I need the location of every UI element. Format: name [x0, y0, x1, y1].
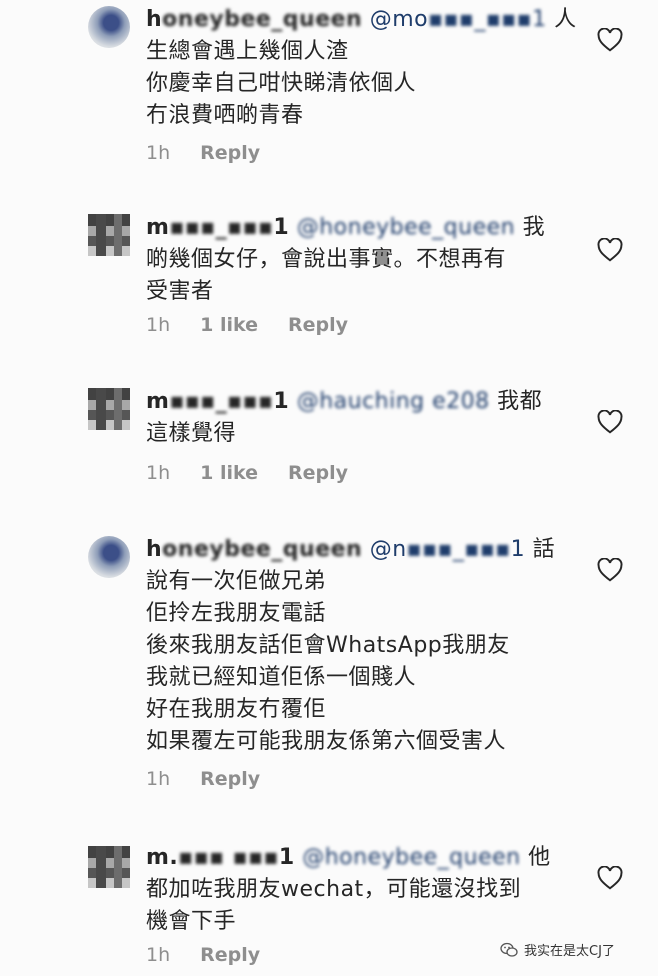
avatar[interactable]	[88, 388, 130, 430]
username[interactable]: m.	[146, 845, 178, 870]
comment-text: 說有一次佢做兄弟	[146, 569, 327, 594]
comment-meta: 1h 1 like Reply	[146, 462, 348, 484]
comment-first-line: m.▪▪▪ ▪▪▪1 @honeybee_queen 他	[146, 842, 566, 874]
comment-text: 受害者	[146, 279, 214, 304]
username[interactable]: m	[146, 389, 169, 414]
comment-text: 你慶幸自己咁快睇清依個人	[146, 71, 417, 96]
mention-blurred[interactable]: ▪▪▪_▪▪▪	[407, 537, 511, 562]
username-tail[interactable]: 1	[273, 389, 289, 414]
comment-text: 如果覆左可能我朋友係第六個受害人	[146, 729, 507, 754]
reply-button[interactable]: Reply	[288, 462, 348, 484]
username[interactable]: m	[146, 215, 169, 240]
avatar[interactable]	[88, 846, 130, 888]
mention-blurred[interactable]: ▪▪▪_▪▪▪1	[428, 7, 546, 32]
comment-body: m▪▪▪_▪▪▪1 @hauching e208 我都 這樣覺得	[146, 386, 566, 450]
reply-button[interactable]: Reply	[200, 944, 260, 966]
wechat-icon	[500, 942, 518, 958]
comment-text: 這樣覺得	[146, 421, 237, 446]
timestamp: 1h	[146, 944, 171, 966]
comment-text: 佢拎左我朋友電話	[146, 601, 327, 626]
comment-body: honeybee_queen @n▪▪▪_▪▪▪1 話 說有一次佢做兄弟 佢拎左…	[146, 534, 566, 758]
mention[interactable]: @n	[370, 537, 407, 562]
mention-blurred[interactable]: @honeybee_queen	[297, 215, 515, 240]
username-tail[interactable]: 1	[273, 215, 289, 240]
comment-text: 我	[522, 215, 546, 240]
reply-button[interactable]: Reply	[288, 314, 348, 336]
comment-text: 話	[532, 537, 556, 562]
like-heart-icon[interactable]	[597, 28, 623, 52]
avatar[interactable]	[88, 214, 130, 256]
watermark-text: 我实在是太CJ了	[524, 944, 615, 959]
comment-body: m.▪▪▪ ▪▪▪1 @honeybee_queen 他 都加咗我朋友wecha…	[146, 842, 566, 938]
mention-tail[interactable]: 1	[511, 537, 526, 562]
comment-text: 都加咗我朋友wechat，可能還沒找到	[146, 877, 522, 902]
comment-text: 我都	[497, 389, 543, 414]
comment-text: 機會下手	[146, 909, 237, 934]
watermark: 我实在是太CJ了	[500, 940, 615, 959]
username-tail[interactable]: 1	[279, 845, 295, 870]
comment-text: 冇浪費哂啲青春	[146, 103, 304, 128]
comment-body: m▪▪▪_▪▪▪1 @honeybee_queen 我 啲幾個女仔，會說出事實。…	[146, 212, 566, 308]
avatar[interactable]	[88, 536, 130, 578]
comment-first-line: m▪▪▪_▪▪▪1 @hauching e208 我都	[146, 386, 566, 418]
comment-text: 我就已經知道佢係一個賤人	[146, 665, 417, 690]
reply-button[interactable]: Reply	[200, 768, 260, 790]
username-blurred[interactable]: ▪▪▪_▪▪▪	[169, 215, 273, 240]
comment-first-line: m▪▪▪_▪▪▪1 @honeybee_queen 我	[146, 212, 566, 244]
comment-text: 啲幾個女仔，會說出事實。不想再有	[146, 247, 507, 272]
comment-meta: 1h 1 like Reply	[146, 314, 348, 336]
comment-first-line: honeybee_queen @n▪▪▪_▪▪▪1 話	[146, 534, 566, 566]
like-heart-icon[interactable]	[597, 238, 623, 262]
comment-meta: 1h Reply	[146, 768, 260, 790]
mention-blurred[interactable]: @hauching e208	[297, 389, 490, 414]
avatar[interactable]	[88, 6, 130, 48]
comment-text: 他	[528, 845, 551, 870]
timestamp: 1h	[146, 142, 171, 164]
username[interactable]: h	[146, 537, 162, 562]
comment-first-line: honeybee_queen @mo▪▪▪_▪▪▪1 人	[146, 4, 576, 36]
mention-blurred[interactable]: @honeybee_queen	[302, 845, 520, 870]
like-heart-icon[interactable]	[597, 866, 623, 890]
reply-button[interactable]: Reply	[200, 142, 260, 164]
comment-text: 人	[554, 7, 577, 32]
comment-meta: 1h Reply	[146, 944, 260, 966]
username-blurred[interactable]: oneybee_queen	[162, 7, 362, 32]
username-blurred[interactable]: ▪▪▪ ▪▪▪	[178, 845, 279, 870]
like-heart-icon[interactable]	[597, 410, 623, 434]
username-blurred[interactable]: ▪▪▪_▪▪▪	[169, 389, 273, 414]
mention[interactable]: @mo	[370, 7, 428, 32]
likes-count[interactable]: 1 like	[200, 314, 258, 336]
timestamp: 1h	[146, 314, 171, 336]
likes-count[interactable]: 1 like	[200, 462, 258, 484]
timestamp: 1h	[146, 462, 171, 484]
comment-text: 好在我朋友冇覆佢	[146, 697, 327, 722]
comment-meta: 1h Reply	[146, 142, 260, 164]
timestamp: 1h	[146, 768, 171, 790]
username-blurred[interactable]: oneybee_queen	[162, 537, 362, 562]
comment-text: 生總會遇上幾個人渣	[146, 39, 349, 64]
like-heart-icon[interactable]	[597, 558, 623, 582]
comment-text: 後來我朋友話佢會WhatsApp我朋友	[146, 633, 510, 658]
comment-body: honeybee_queen @mo▪▪▪_▪▪▪1 人 生總會遇上幾個人渣 你…	[146, 4, 576, 132]
username[interactable]: h	[146, 7, 162, 32]
